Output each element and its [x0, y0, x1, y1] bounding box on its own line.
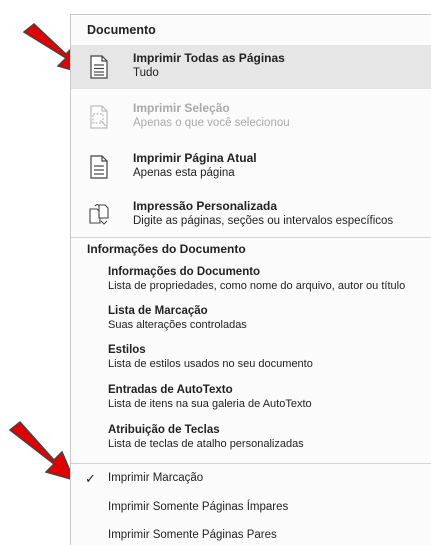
toggle-label: Imprimir Somente Páginas Pares: [108, 529, 277, 541]
red-arrow-annotation-bottom: [6, 420, 80, 486]
info-item-subtitle: Lista de estilos usados no seu documento: [108, 358, 313, 370]
custom-pages-icon: [87, 201, 111, 229]
section-title-info-documento: Informações do Documento: [87, 242, 246, 256]
info-item-subtitle: Lista de teclas de atalho personalizadas: [108, 438, 304, 450]
toggle-label: Imprimir Somente Páginas Ímpares: [108, 501, 289, 513]
info-item-subtitle: Lista de itens na sua galeria de AutoTex…: [108, 398, 312, 410]
checkmark-icon: ✓: [85, 471, 96, 486]
option-print-all-pages[interactable]: Imprimir Todas as Páginas Tudo: [71, 45, 431, 89]
full-page-icon: [87, 53, 111, 81]
divider: [71, 237, 431, 238]
info-item-title: Lista de Marcação: [108, 305, 208, 317]
info-item-subtitle: Lista de propriedades, como nome do arqu…: [108, 280, 406, 292]
info-item-autotext[interactable]: Entradas de AutoTexto Lista de itens na …: [108, 384, 431, 410]
current-page-icon: [87, 153, 111, 181]
info-item-document-properties[interactable]: Informações do Documento Lista de propri…: [108, 266, 431, 292]
option-title: Imprimir Todas as Páginas: [133, 51, 285, 65]
option-title: Imprimir Seleção: [133, 101, 230, 115]
option-subtitle: Apenas esta página: [133, 167, 235, 179]
info-item-title: Estilos: [108, 344, 146, 356]
print-options-menu: Documento Imprimir Todas as Páginas Tudo: [70, 14, 431, 545]
info-item-markup-list[interactable]: Lista de Marcação Suas alterações contro…: [108, 305, 431, 331]
info-item-styles[interactable]: Estilos Lista de estilos usados no seu d…: [108, 344, 431, 370]
option-custom-print[interactable]: Impressão Personalizada Digite as página…: [71, 193, 431, 237]
info-item-title: Atribuição de Teclas: [108, 424, 220, 436]
option-print-current-page[interactable]: Imprimir Página Atual Apenas esta página: [71, 145, 431, 189]
option-print-selection: Imprimir Seleção Apenas o que você selec…: [71, 95, 431, 139]
option-title: Imprimir Página Atual: [133, 151, 257, 165]
option-subtitle: Tudo: [133, 67, 159, 79]
option-title: Impressão Personalizada: [133, 199, 278, 213]
divider: [71, 463, 431, 464]
info-item-key-assignments[interactable]: Atribuição de Teclas Lista de teclas de …: [108, 424, 431, 450]
option-subtitle: Digite as páginas, seções ou intervalos …: [133, 215, 394, 227]
section-title-documento: Documento: [87, 23, 156, 37]
selection-page-icon: [87, 103, 111, 131]
info-item-subtitle: Suas alterações controladas: [108, 319, 247, 331]
info-item-title: Entradas de AutoTexto: [108, 384, 233, 396]
toggle-label: Imprimir Marcação: [108, 472, 204, 484]
info-item-title: Informações do Documento: [108, 266, 261, 278]
option-subtitle: Apenas o que você selecionou: [133, 117, 290, 129]
